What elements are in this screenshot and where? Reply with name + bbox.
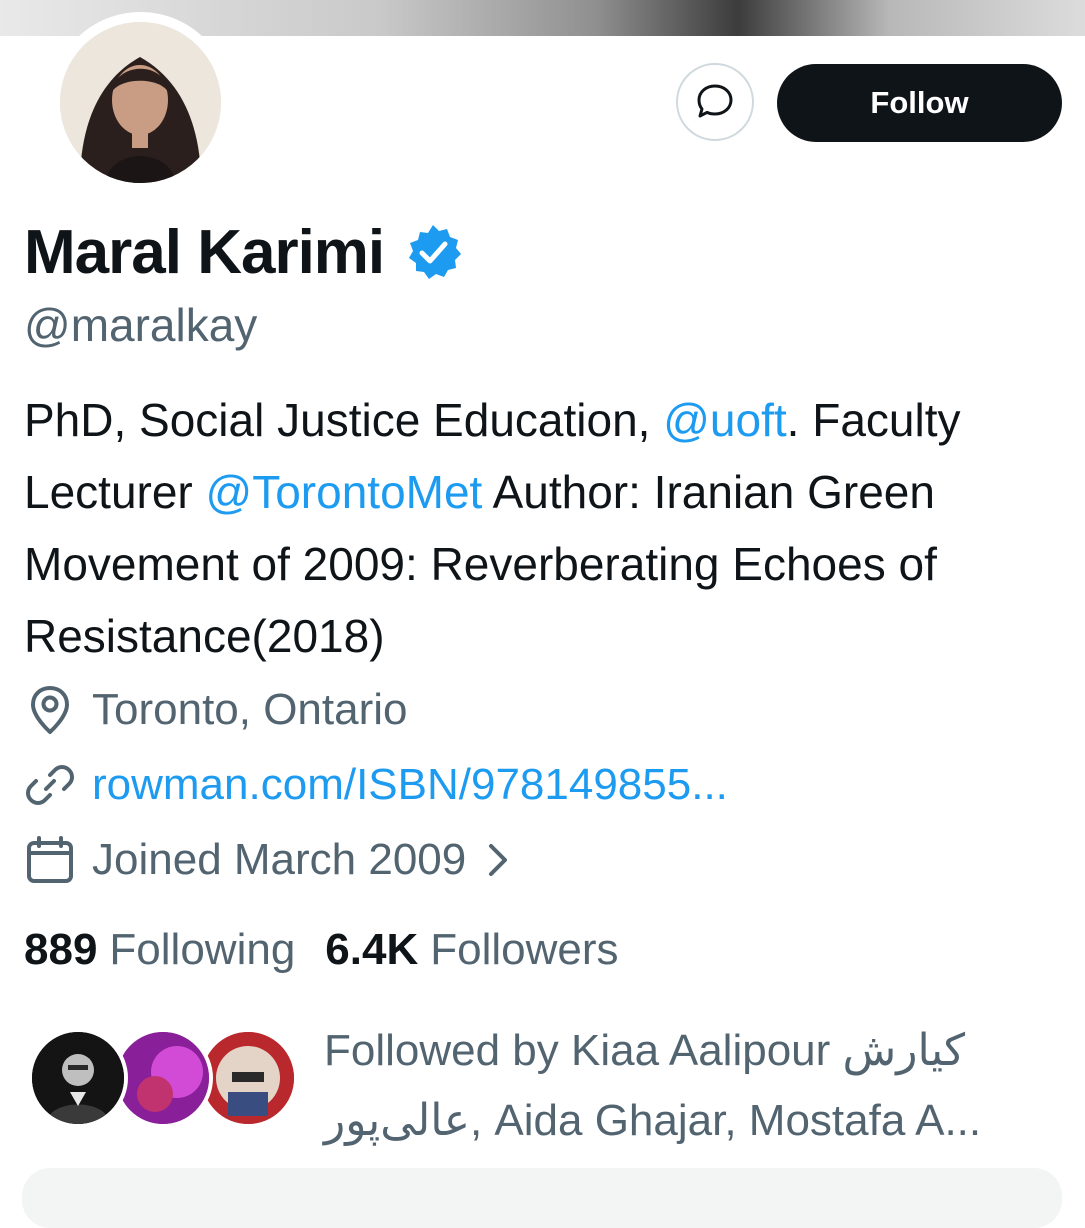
location-text: Toronto, Ontario: [92, 685, 408, 734]
bio-mention-uoft[interactable]: @uoft: [663, 394, 786, 446]
chevron-right-icon[interactable]: [486, 842, 510, 878]
message-icon: [693, 80, 737, 124]
following-count: 889: [24, 925, 98, 974]
profile-website[interactable]: rowman.com/ISBN/978149855...: [24, 755, 728, 815]
following-link[interactable]: 889 Following: [24, 925, 295, 975]
followers-label: Followers: [430, 925, 619, 974]
follower-avatar: [113, 1028, 213, 1128]
followers-count: 6.4K: [325, 925, 419, 974]
followed-by-text[interactable]: Followed by Kiaa Aalipour كيارش عالی‌پور…: [324, 1016, 1064, 1156]
profile-bio: PhD, Social Justice Education, @uoft. Fa…: [24, 384, 1064, 672]
following-label: Following: [109, 925, 296, 974]
profile-handle: @maralkay: [24, 299, 258, 351]
follower-avatar: [198, 1028, 298, 1128]
follower-avatar: [28, 1028, 128, 1128]
bio-mention-torontomet[interactable]: @TorontoMet: [206, 466, 483, 518]
bottom-card: [22, 1168, 1062, 1228]
avatar[interactable]: [60, 22, 221, 183]
joined-text: Joined March 2009: [92, 835, 467, 884]
profile-joined[interactable]: Joined March 2009: [24, 830, 510, 890]
profile-location: Toronto, Ontario: [24, 680, 408, 740]
followers-link[interactable]: 6.4K Followers: [325, 925, 618, 975]
profile-name: Maral Karimi: [24, 217, 385, 287]
followed-by-avatars[interactable]: [28, 1028, 308, 1128]
link-icon: [24, 759, 76, 811]
follow-button[interactable]: Follow: [777, 64, 1062, 142]
location-pin-icon: [24, 684, 76, 736]
follow-stats: 889 Following 6.4K Followers: [24, 920, 619, 980]
calendar-icon: [24, 834, 76, 886]
message-button[interactable]: [676, 63, 754, 141]
website-link[interactable]: rowman.com/ISBN/978149855...: [92, 760, 728, 810]
bio-text: PhD, Social Justice Education,: [24, 394, 664, 446]
profile-name-row: Maral Karimi: [24, 212, 462, 292]
verified-badge-icon[interactable]: [404, 223, 462, 281]
